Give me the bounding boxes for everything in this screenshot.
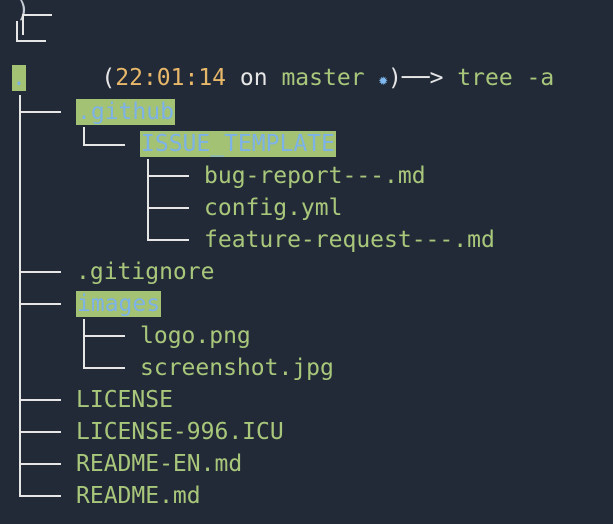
tree-branch — [19, 463, 61, 465]
tree-root: . — [12, 65, 26, 91]
tree-branch — [19, 303, 61, 305]
tree-branch — [147, 239, 189, 241]
tree-file-bug-report[interactable]: bug-report---.md — [204, 160, 426, 192]
tree-file-screenshot[interactable]: screenshot.jpg — [140, 352, 334, 384]
tree-branch — [19, 431, 61, 433]
prompt-on-text: on — [239, 65, 268, 91]
prompt-corner-line — [16, 21, 18, 41]
tree-file-readme[interactable]: README.md — [76, 480, 201, 512]
prompt-corner-line — [22, 14, 24, 35]
prompt-line: (22:01:14 on master ✹)──> tree -a — [46, 30, 554, 91]
tree-file-readme-en[interactable]: README-EN.md — [76, 448, 242, 480]
prompt-corner-line — [22, 14, 52, 16]
tree-line — [19, 95, 21, 497]
tree-line — [83, 127, 85, 145]
tree-branch — [147, 207, 189, 209]
tree-branch — [83, 335, 125, 337]
tree-branch — [147, 175, 189, 177]
tree-branch — [83, 144, 125, 146]
tree-branch — [19, 111, 61, 113]
tree-file-license[interactable]: LICENSE — [76, 384, 173, 416]
prompt-corner-line — [16, 40, 46, 42]
git-status-star-icon: ✹ — [378, 70, 389, 89]
prompt-open-paren: ( — [101, 65, 116, 91]
tree-dir-issue-template[interactable]: ISSUE_TEMPLATE — [140, 128, 336, 160]
tree-line — [83, 319, 85, 369]
terminal-window[interactable]: ) (22:01:14 on master ✹)──> tree -a . .g… — [0, 0, 613, 524]
prompt-branch: master — [281, 65, 365, 91]
tree-file-feature-request[interactable]: feature-request---.md — [204, 224, 495, 256]
tree-dir-images[interactable]: images — [76, 288, 162, 320]
tree-file-logo[interactable]: logo.png — [140, 320, 251, 352]
prompt-arrow: )──> — [388, 65, 444, 91]
tree-branch — [83, 367, 125, 369]
tree-file-config[interactable]: config.yml — [204, 192, 342, 224]
tree-branch — [19, 495, 61, 497]
tree-file-gitignore[interactable]: .gitignore — [76, 256, 214, 288]
tree-branch — [19, 271, 61, 273]
tree-file-license-996[interactable]: LICENSE-996.ICU — [76, 416, 284, 448]
prompt-command: tree -a — [457, 65, 555, 91]
tree-branch — [19, 399, 61, 401]
tree-line — [147, 159, 149, 241]
prompt-time: 22:01:14 — [115, 65, 227, 91]
tree-dir-github[interactable]: .github — [76, 96, 175, 128]
